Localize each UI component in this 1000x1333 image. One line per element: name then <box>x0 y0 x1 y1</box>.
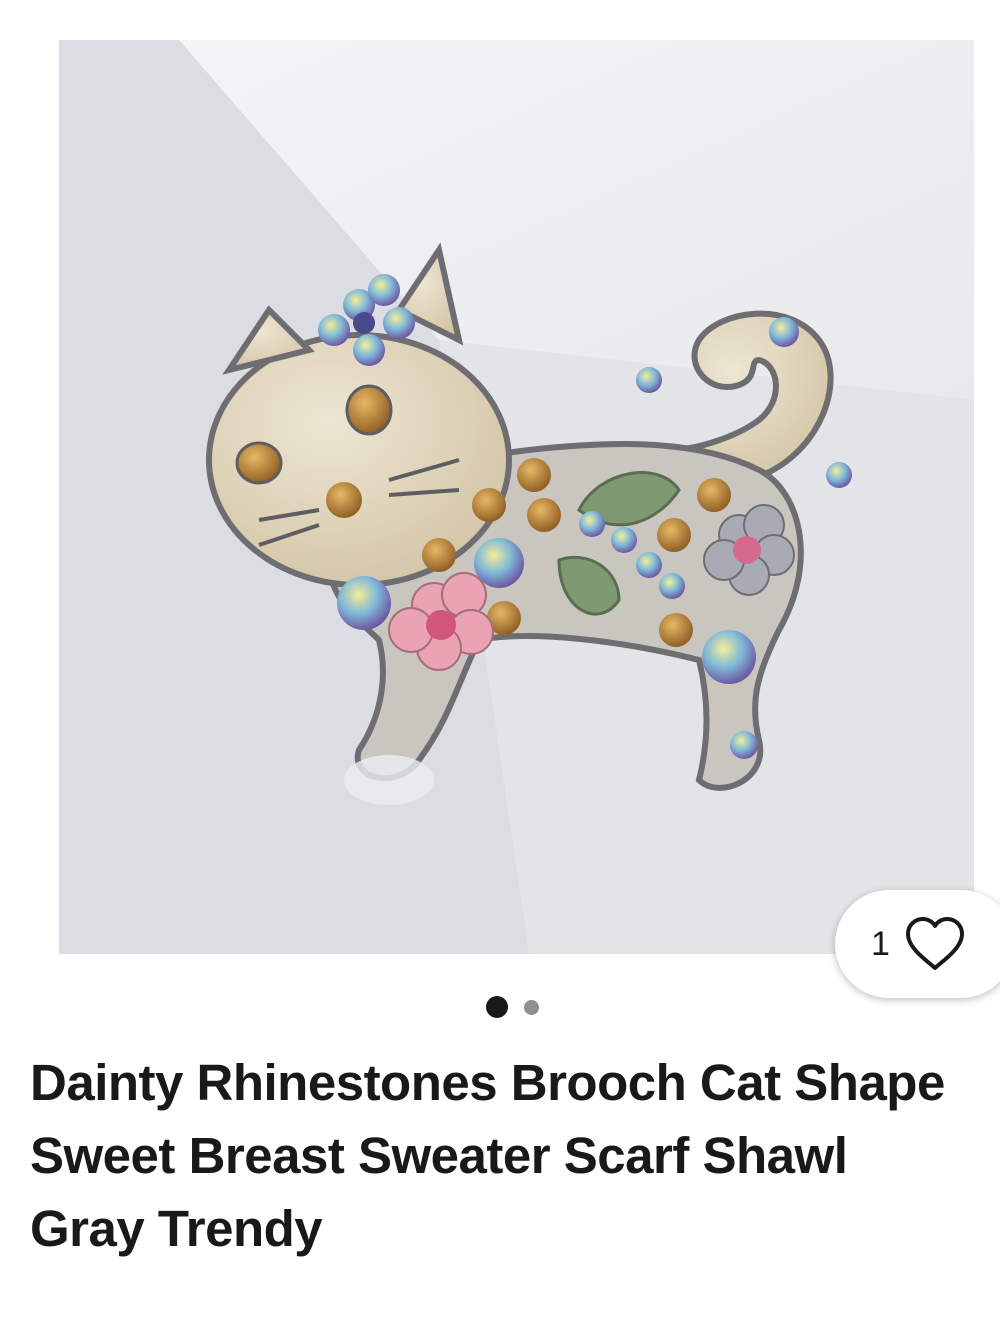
listing-page: 1 Dainty Rhinestones Brooch Cat Shape Sw… <box>0 0 1000 1333</box>
product-image-carousel[interactable] <box>59 40 974 954</box>
carousel-dot-1[interactable] <box>486 996 508 1018</box>
product-photo <box>59 40 974 954</box>
carousel-pagination <box>486 996 539 1018</box>
listing-title: Dainty Rhinestones Brooch Cat Shape Swee… <box>30 1054 945 1257</box>
like-count: 1 <box>871 924 890 963</box>
heart-outline-icon <box>905 917 964 970</box>
like-button[interactable]: 1 <box>835 890 1000 998</box>
carousel-dot-2[interactable] <box>524 999 539 1015</box>
